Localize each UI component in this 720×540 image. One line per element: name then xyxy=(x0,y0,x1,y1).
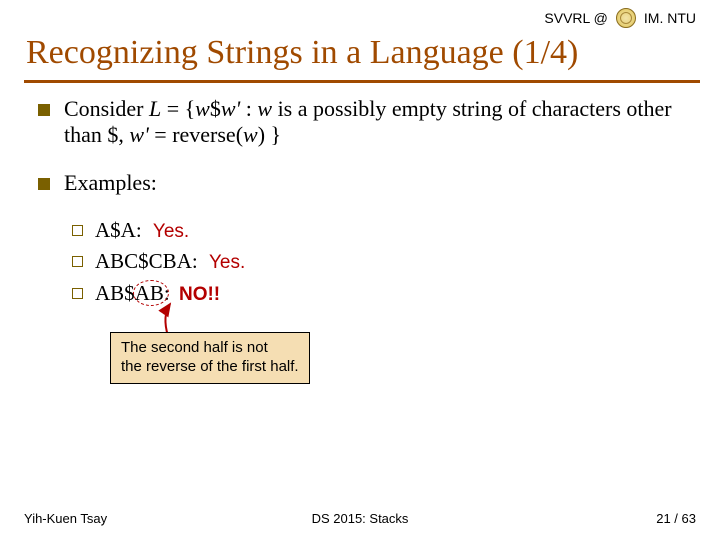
ex2-answer: Yes. xyxy=(209,252,245,273)
footer-page-number: 21 / 63 xyxy=(656,511,696,526)
note-line-2: the reverse of the first half. xyxy=(121,358,299,377)
t: $ xyxy=(210,96,221,121)
title-rule xyxy=(24,80,700,83)
header: SVVRL @ IM. NTU xyxy=(544,8,696,28)
examples-list: A$A: Yes. ABC$CBA: Yes. AB$AB: NO!! xyxy=(72,218,690,306)
example-2-content: ABC$CBA: Yes. xyxy=(95,249,245,274)
example-1: A$A: Yes. xyxy=(72,218,690,243)
header-right: IM. NTU xyxy=(644,10,696,26)
example-3-content: AB$AB: NO!! xyxy=(95,281,220,306)
ex3-answer: NO!! xyxy=(179,284,220,305)
var-L: L xyxy=(149,96,161,121)
ex1-text: A$A: xyxy=(95,218,142,242)
ex3-circled-text: AB xyxy=(135,281,164,305)
ex3-colon: : xyxy=(164,281,170,305)
page-title: Recognizing Strings in a Language (1/4) xyxy=(26,34,700,72)
hollow-square-bullet-icon xyxy=(72,288,83,299)
header-left: SVVRL @ xyxy=(544,10,608,26)
t: : xyxy=(240,96,257,121)
note-line-1: The second half is not xyxy=(121,339,299,358)
square-bullet-icon xyxy=(38,178,50,190)
footer: Yih-Kuen Tsay DS 2015: Stacks 21 / 63 xyxy=(0,511,720,526)
example-3: AB$AB: NO!! xyxy=(72,281,690,306)
footer-author: Yih-Kuen Tsay xyxy=(24,511,107,526)
body: Consider L = {w$w' : w is a possibly emp… xyxy=(38,96,690,312)
ex3-circled-wrap: AB xyxy=(135,281,164,306)
examples-label: Examples: xyxy=(64,170,157,196)
t: Consider xyxy=(64,96,149,121)
var-w2: w xyxy=(257,96,272,121)
consider-text: Consider L = {w$w' : w is a possibly emp… xyxy=(64,96,690,148)
hollow-square-bullet-icon xyxy=(72,256,83,267)
ex1-answer: Yes. xyxy=(153,221,189,242)
ex3-prefix: AB$ xyxy=(95,281,135,305)
t: ) } xyxy=(258,122,281,147)
var-wprime2: w' xyxy=(129,122,148,147)
annotation-note: The second half is not the reverse of th… xyxy=(110,332,310,384)
bullet-consider: Consider L = {w$w' : w is a possibly emp… xyxy=(38,96,690,148)
footer-course: DS 2015: Stacks xyxy=(312,511,409,526)
t: = { xyxy=(161,96,195,121)
hollow-square-bullet-icon xyxy=(72,225,83,236)
var-w: w xyxy=(195,96,210,121)
ex2-text: ABC$CBA: xyxy=(95,249,198,273)
t: = reverse( xyxy=(149,122,243,147)
square-bullet-icon xyxy=(38,104,50,116)
bullet-examples: Examples: xyxy=(38,170,690,196)
example-1-content: A$A: Yes. xyxy=(95,218,189,243)
var-wprime: w' xyxy=(221,96,240,121)
var-w3: w xyxy=(243,122,258,147)
ntu-seal-icon xyxy=(616,8,636,28)
example-2: ABC$CBA: Yes. xyxy=(72,249,690,274)
